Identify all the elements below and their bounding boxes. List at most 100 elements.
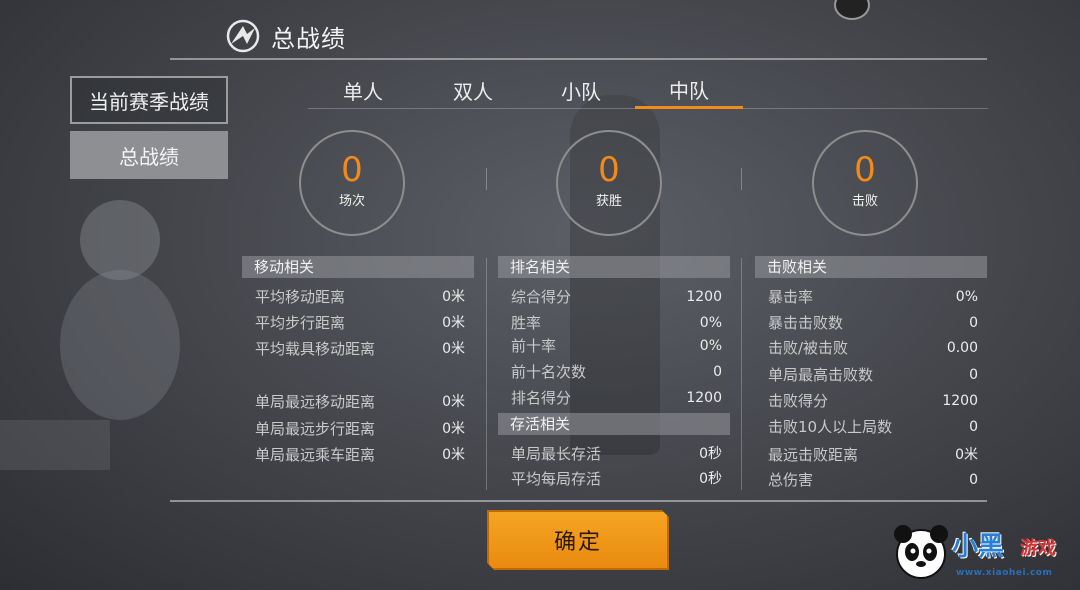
circle-divider (486, 168, 487, 190)
stat-value: 0米 (442, 421, 465, 437)
stat-label: 平均移动距离 (255, 288, 346, 306)
stat-label: 单局最高击败数 (768, 366, 874, 384)
stat-value: 0 (969, 472, 978, 488)
stat-row: 最远击败距离 0米 (768, 444, 978, 466)
ranking-section-header: 排名相关 (498, 256, 730, 278)
stat-row: 前十名次数 0 (511, 361, 722, 383)
stat-label: 胜率 (511, 314, 542, 332)
matches-label: 场次 (338, 194, 365, 209)
tab-duo[interactable]: 双人 (418, 72, 528, 108)
column-divider (741, 258, 742, 490)
stat-label: 平均每局存活 (511, 470, 602, 488)
watermark-url: www.xiaohei.com (956, 568, 1053, 578)
stat-row: 单局最高击败数 0 (768, 364, 978, 386)
wins-circle: 0 获胜 (556, 130, 662, 236)
stat-label: 排名得分 (511, 389, 572, 407)
stat-label: 平均步行距离 (255, 314, 346, 332)
stat-label: 最远击败距离 (768, 446, 859, 464)
kills-section-header: 击败相关 (755, 256, 987, 278)
sidebar-total-stats-button[interactable]: 总战绩 (70, 131, 228, 179)
stat-row: 平均移动距离 0米 (255, 286, 465, 308)
tab-solo[interactable]: 单人 (308, 72, 418, 108)
stat-row: 单局最远步行距离 0米 (255, 418, 465, 440)
top-video-icon[interactable] (834, 0, 870, 20)
background-bench (0, 420, 110, 470)
stat-row: 暴击率 0% (768, 286, 978, 308)
stat-row: 胜率 0% (511, 312, 722, 334)
stat-label: 暴击率 (768, 288, 814, 306)
stat-row: 平均步行距离 0米 (255, 312, 465, 334)
tab-platoon[interactable]: 中队 (635, 72, 743, 109)
circle-divider (741, 168, 742, 190)
stat-value: 0秒 (699, 446, 722, 462)
column-divider (486, 258, 487, 490)
stat-value: 0 (713, 364, 722, 380)
confirm-button[interactable]: 确定 (487, 510, 669, 570)
kills-circle: 0 击败 (812, 130, 918, 236)
stat-value: 0 (969, 367, 978, 383)
stat-value: 0% (699, 315, 722, 331)
stat-row: 平均载具移动距离 0米 (255, 338, 465, 360)
stat-value: 1200 (686, 390, 722, 406)
mode-tabs: 单人 双人 小队 中队 (308, 72, 988, 109)
stat-label: 综合得分 (511, 288, 572, 306)
stat-label: 前十率 (511, 337, 557, 355)
stat-value: 0% (955, 289, 978, 305)
stat-value: 0 (969, 419, 978, 435)
stat-row: 单局最远移动距离 0米 (255, 391, 465, 413)
page-title: 总战绩 (271, 24, 346, 53)
stat-row: 击败/被击败 0.00 (768, 337, 978, 359)
movement-section-header: 移动相关 (242, 256, 474, 278)
stat-row: 平均每局存活 0秒 (511, 468, 722, 490)
stat-value: 1200 (686, 289, 722, 305)
stat-label: 击败/被击败 (768, 339, 849, 357)
watermark-brand-b: 游戏 (1020, 538, 1056, 559)
header-divider (170, 58, 987, 60)
stat-value: 0% (699, 338, 722, 354)
stat-value: 1200 (942, 393, 978, 409)
matches-value: 0 (341, 150, 363, 190)
stat-label: 单局最长存活 (511, 445, 602, 463)
kills-label: 击败 (851, 194, 878, 209)
panda-logo-icon (894, 525, 948, 579)
stat-row: 击败得分 1200 (768, 390, 978, 412)
stat-value: 0米 (442, 315, 465, 331)
stat-value: 0米 (442, 341, 465, 357)
stat-value: 0米 (442, 447, 465, 463)
stat-row: 单局最长存活 0秒 (511, 443, 722, 465)
stat-row: 击败10人以上局数 0 (768, 416, 978, 438)
stat-value: 0米 (442, 394, 465, 410)
stat-label: 单局最远步行距离 (255, 420, 376, 438)
stat-label: 击败得分 (768, 392, 829, 410)
stat-value: 0米 (442, 289, 465, 305)
stat-value: 0秒 (699, 471, 722, 487)
wins-value: 0 (598, 150, 620, 190)
stat-row: 排名得分 1200 (511, 387, 722, 409)
stat-label: 单局最远乘车距离 (255, 446, 376, 464)
stat-row: 单局最远乘车距离 0米 (255, 444, 465, 466)
matches-circle: 0 场次 (299, 130, 405, 236)
sidebar-season-stats-button[interactable]: 当前赛季战绩 (70, 76, 228, 124)
stats-logo-icon (226, 19, 260, 53)
header: 总战绩 (225, 18, 346, 54)
stat-label: 暴击击败数 (768, 314, 844, 332)
stat-label: 平均载具移动距离 (255, 340, 376, 358)
stat-row: 暴击击败数 0 (768, 312, 978, 334)
tab-squad[interactable]: 小队 (526, 72, 636, 108)
stat-row: 前十率 0% (511, 335, 722, 357)
watermark: 小黑 游戏 www.xiaohei.com (890, 520, 1080, 590)
stat-label: 总伤害 (768, 471, 814, 489)
stat-label: 击败10人以上局数 (768, 418, 893, 436)
footer-divider (170, 500, 987, 502)
wins-label: 获胜 (595, 194, 622, 209)
stat-row: 综合得分 1200 (511, 286, 722, 308)
background-snowman (60, 200, 180, 440)
stat-label: 单局最远移动距离 (255, 393, 376, 411)
survival-section-header: 存活相关 (498, 413, 730, 435)
stat-label: 前十名次数 (511, 363, 587, 381)
stat-value: 0米 (955, 447, 978, 463)
stat-value: 0 (969, 315, 978, 331)
stat-value: 0.00 (946, 340, 978, 356)
stat-row: 总伤害 0 (768, 469, 978, 491)
watermark-brand-a: 小黑 (952, 532, 1005, 562)
